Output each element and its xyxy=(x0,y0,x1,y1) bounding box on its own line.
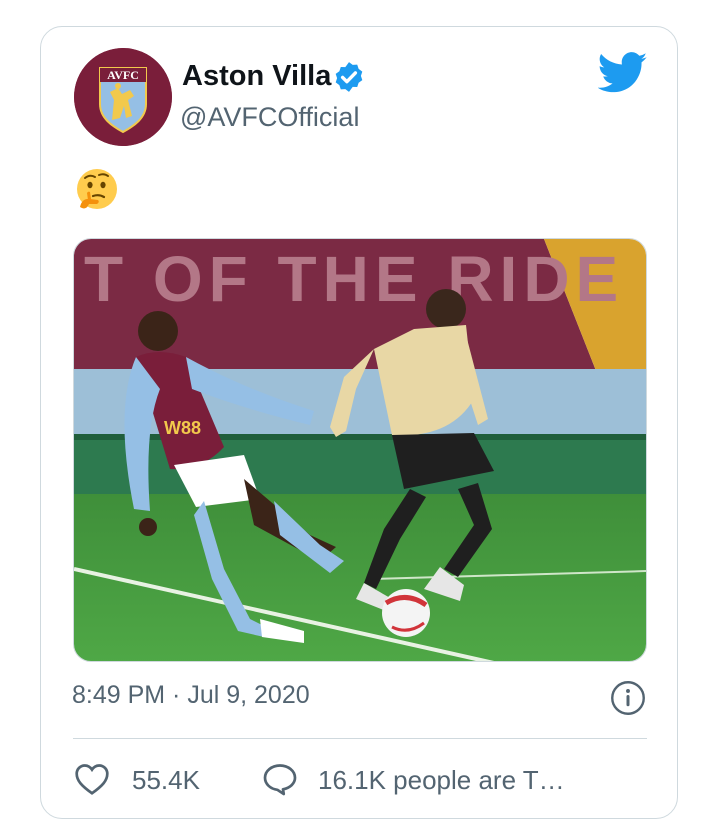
crest-text: AVFC xyxy=(107,68,139,82)
stand-banner-text: T OF THE RIDE xyxy=(84,243,624,315)
info-icon[interactable] xyxy=(610,680,646,716)
club-crest-icon: AVFC xyxy=(74,48,172,146)
divider xyxy=(73,738,647,739)
like-count[interactable]: 55.4K xyxy=(132,765,200,796)
display-name[interactable]: Aston Villa xyxy=(182,60,331,93)
verified-badge-icon xyxy=(335,62,363,92)
heart-icon[interactable] xyxy=(74,762,110,796)
user-handle[interactable]: @AVFCOfficial xyxy=(180,102,359,133)
conversation-count[interactable]: 16.1K people are T… xyxy=(318,765,565,796)
tweet-media-image[interactable]: T OF THE RIDE W88 xyxy=(73,238,647,662)
speech-bubble-icon[interactable] xyxy=(262,762,298,796)
tweet-timestamp[interactable]: 8:49 PM · Jul 9, 2020 xyxy=(72,681,310,710)
thinking-face-icon xyxy=(77,169,117,209)
avatar[interactable]: AVFC xyxy=(74,48,172,146)
home-shirt-sponsor: W88 xyxy=(164,418,201,438)
football-photo: T OF THE RIDE W88 xyxy=(74,239,646,661)
twitter-bird-icon[interactable] xyxy=(598,52,648,94)
